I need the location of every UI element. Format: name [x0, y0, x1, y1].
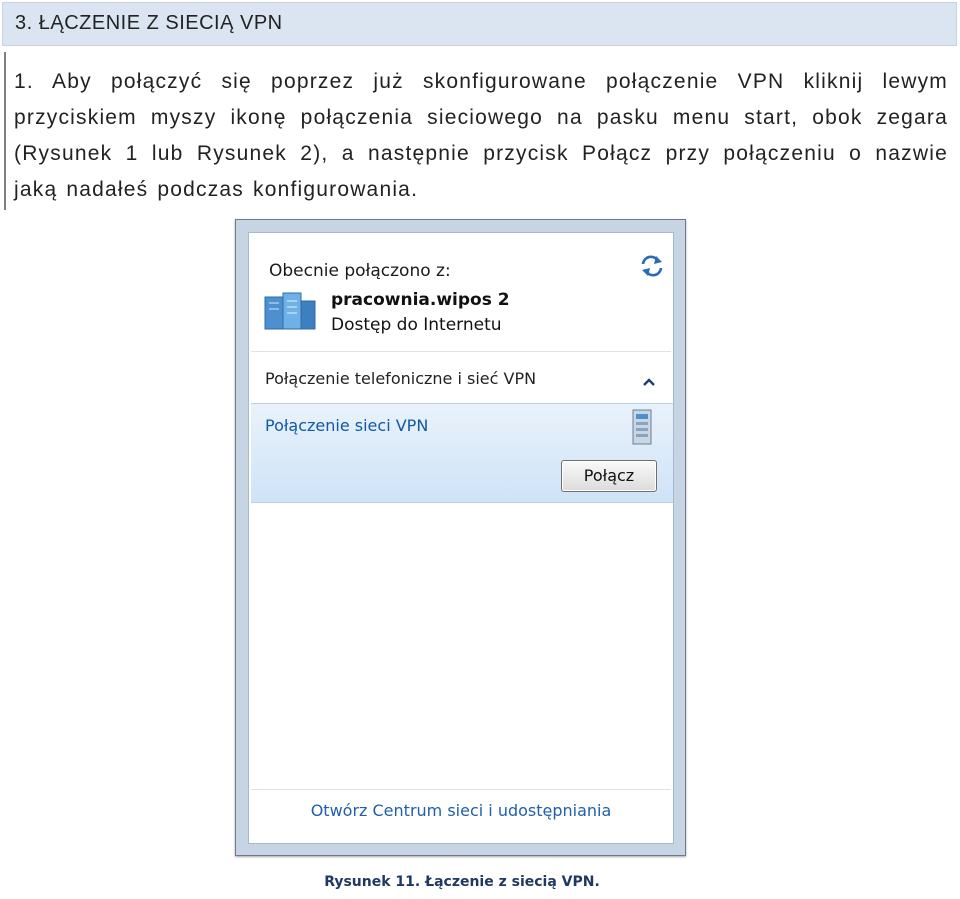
connection-name: pracownia.wipos 2: [331, 290, 510, 310]
connection-status: Dostęp do Internetu: [331, 315, 502, 335]
network-server-icon: [264, 292, 316, 330]
divider: [251, 351, 671, 352]
vpn-connection-name: Połączenie sieci VPN: [265, 416, 429, 435]
vpn-connection-item[interactable]: Połączenie sieci VPN Połącz: [251, 403, 673, 503]
footer-divider: [251, 789, 671, 790]
step-number: 1.: [14, 70, 34, 93]
dialup-vpn-section-header[interactable]: Połączenie telefoniczne i sieć VPN: [265, 369, 536, 388]
open-network-center-link[interactable]: Otwórz Centrum sieci i udostępniania: [249, 801, 673, 820]
network-popup-figure: Obecnie połączono z: pracownia.wipos 2 D…: [235, 219, 686, 856]
paragraph-rule: [4, 52, 6, 210]
instruction-paragraph: 1. Aby połączyć się poprzez już skonfigur…: [14, 64, 948, 208]
refresh-icon[interactable]: [639, 253, 665, 279]
figure-caption: Rysunek 11. Łączenie z siecią VPN.: [324, 874, 600, 890]
chevron-up-icon[interactable]: [643, 377, 655, 387]
currently-connected-label: Obecnie połączono z:: [269, 261, 451, 281]
network-popup: Obecnie połączono z: pracownia.wipos 2 D…: [248, 232, 674, 844]
vpn-server-icon: [632, 409, 652, 445]
step-text: Aby połączyć się poprzez już skonfigurow…: [14, 70, 948, 201]
section-heading: 3. ŁĄCZENIE Z SIECIĄ VPN: [15, 12, 283, 34]
connect-button[interactable]: Połącz: [561, 460, 657, 492]
section-heading-bar: 3. ŁĄCZENIE Z SIECIĄ VPN: [2, 2, 957, 46]
